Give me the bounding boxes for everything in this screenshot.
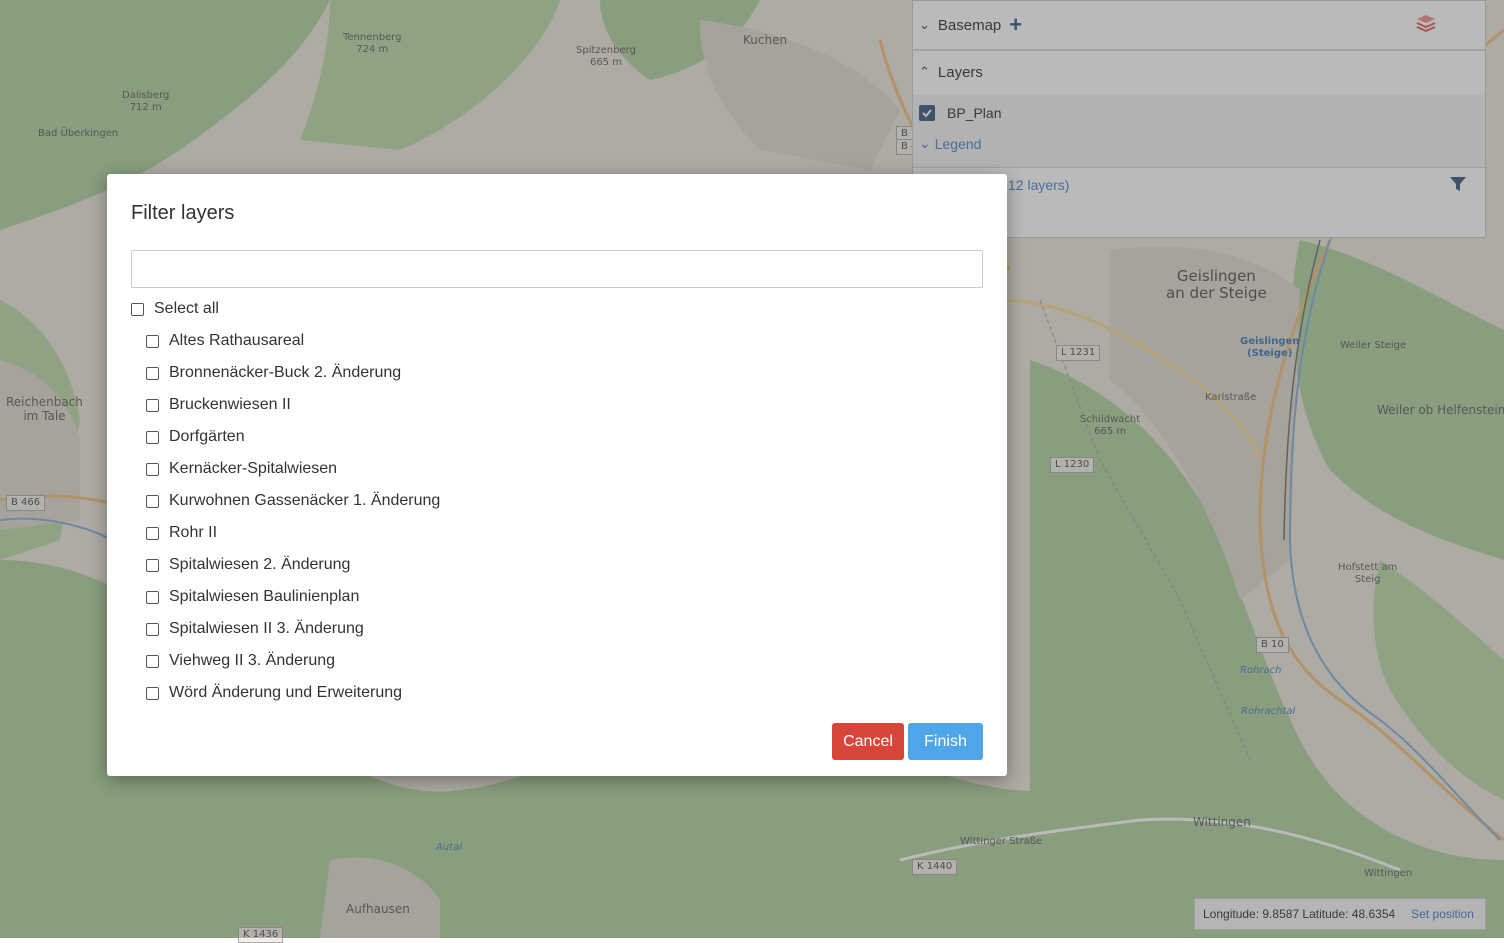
layer-option-label: Bronnenäcker-Buck 2. Änderung: [169, 364, 402, 381]
layer-option-label: Bruckenwiesen II: [169, 396, 291, 413]
layer-option[interactable]: Spitalwiesen 2. Änderung: [146, 556, 350, 574]
layer-option[interactable]: Dorfgärten: [146, 428, 245, 446]
layer-option-label: Altes Rathausareal: [169, 332, 305, 349]
layer-option-checkbox[interactable]: [146, 590, 159, 604]
select-all-label: Select all: [154, 300, 219, 317]
layer-option-label: Kernäcker-Spitalwiesen: [169, 460, 338, 477]
layer-option-label: Spitalwiesen II 3. Änderung: [169, 620, 364, 637]
layer-option[interactable]: Wörd Änderung und Erweiterung: [146, 684, 402, 702]
layer-option-checkbox[interactable]: [146, 654, 159, 668]
cancel-button[interactable]: Cancel: [832, 723, 904, 760]
layer-option-checkbox[interactable]: [146, 366, 159, 380]
dialog-title: Filter layers: [131, 202, 235, 224]
layer-option[interactable]: Spitalwiesen II 3. Änderung: [146, 620, 364, 638]
finish-button[interactable]: Finish: [908, 723, 983, 760]
layer-option-checkbox[interactable]: [146, 398, 159, 412]
filter-search-input[interactable]: [131, 250, 983, 288]
filter-layers-dialog: Filter layers Select all Altes Rathausar…: [107, 174, 1007, 776]
select-all-option[interactable]: Select all: [131, 300, 219, 318]
layer-option-checkbox[interactable]: [146, 526, 159, 540]
layer-option-checkbox[interactable]: [146, 558, 159, 572]
layer-option[interactable]: Altes Rathausareal: [146, 332, 304, 350]
layer-option-checkbox[interactable]: [146, 334, 159, 348]
layer-option-label: Spitalwiesen Baulinienplan: [169, 588, 360, 605]
select-all-checkbox[interactable]: [131, 302, 144, 316]
layer-option-label: Rohr II: [169, 524, 218, 541]
layer-option-checkbox[interactable]: [146, 686, 159, 700]
layer-option[interactable]: Kernäcker-Spitalwiesen: [146, 460, 337, 478]
layer-option-checkbox[interactable]: [146, 462, 159, 476]
layer-option-checkbox[interactable]: [146, 494, 159, 508]
layer-option-label: Wörd Änderung und Erweiterung: [169, 684, 403, 701]
layer-option-label: Viehweg II 3. Änderung: [169, 652, 336, 669]
layer-option-label: Spitalwiesen 2. Änderung: [169, 556, 351, 573]
layer-option-label: Kurwohnen Gassenäcker 1. Änderung: [169, 492, 441, 509]
layer-option[interactable]: Bronnenäcker-Buck 2. Änderung: [146, 364, 401, 382]
layer-option-label: Dorfgärten: [169, 428, 245, 445]
layer-option[interactable]: Rohr II: [146, 524, 217, 542]
layer-option[interactable]: Viehweg II 3. Änderung: [146, 652, 335, 670]
layer-option[interactable]: Kurwohnen Gassenäcker 1. Änderung: [146, 492, 440, 510]
layer-option[interactable]: Bruckenwiesen II: [146, 396, 291, 414]
layer-option[interactable]: Spitalwiesen Baulinienplan: [146, 588, 359, 606]
layer-option-checkbox[interactable]: [146, 622, 159, 636]
layer-option-checkbox[interactable]: [146, 430, 159, 444]
